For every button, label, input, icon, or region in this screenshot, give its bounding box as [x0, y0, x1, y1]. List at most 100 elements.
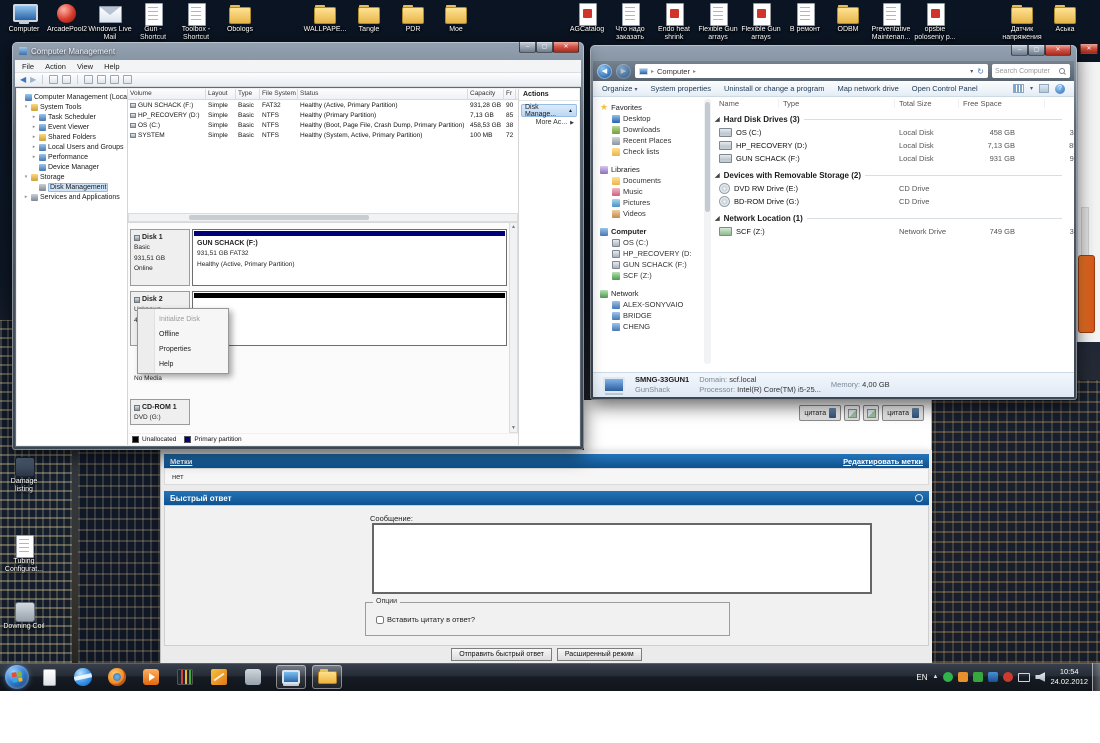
show-hide-icon[interactable]	[62, 75, 71, 84]
maximize-button[interactable]: ▢	[1028, 45, 1045, 56]
desktop-icon-downing-coil[interactable]: Downing Coil	[2, 600, 46, 631]
address-dropdown-icon[interactable]: ▾	[970, 68, 973, 75]
insert-quote-checkbox[interactable]	[376, 616, 384, 624]
menu-view[interactable]: View	[77, 62, 93, 71]
organize-button[interactable]: Organize ▾	[602, 84, 638, 93]
column-status[interactable]: Status	[298, 89, 468, 99]
nav-item-videos[interactable]: Videos	[600, 208, 711, 219]
tray-network-icon[interactable]	[973, 672, 983, 682]
expand-icon[interactable]: ▸	[31, 154, 37, 160]
address-bar[interactable]: ▸ Computer ▸ ▾ ↻	[635, 64, 988, 78]
cm-titlebar[interactable]: Computer Management	[12, 42, 584, 60]
desktop-icon-wallpape[interactable]: WALLPAPE...	[303, 3, 347, 34]
quick-reply-textarea[interactable]	[372, 523, 872, 594]
change-view-icon[interactable]	[1013, 84, 1024, 93]
quickreply-button[interactable]	[863, 405, 879, 421]
scroll-down-icon[interactable]: ▼	[511, 425, 516, 431]
export-list-icon[interactable]	[97, 75, 106, 84]
desktop-icon-chto-nado[interactable]: Что надо заказать	[608, 3, 652, 43]
tree-item-disk-management[interactable]: Disk Management	[17, 182, 127, 192]
advanced-mode-button[interactable]: Расширенный режим	[557, 648, 642, 661]
taskbar-utility-button[interactable]	[204, 665, 234, 689]
close-button[interactable]: ✕	[1045, 45, 1071, 56]
disk1-label[interactable]: Disk 1 Basic 931,51 GB Online	[130, 229, 190, 286]
edit-tags-link[interactable]: Редактировать метки	[843, 457, 923, 466]
tray-update-icon[interactable]	[943, 672, 953, 682]
volume-row-system[interactable]: SYSTEM Simple Basic NTFS Healthy (System…	[128, 130, 518, 140]
taskbar-notepad-button[interactable]	[34, 665, 64, 689]
desktop-icon-preventative[interactable]: Preventative Maintenan...	[869, 3, 913, 43]
taskbar-ie-button[interactable]	[68, 665, 98, 689]
disk1-partition[interactable]: GUN SCHACK (F:) 931,51 GB FAT32 Healthy …	[192, 229, 507, 286]
nav-item-documents[interactable]: Documents	[600, 175, 711, 186]
context-properties[interactable]: Properties	[138, 342, 228, 357]
desktop-icon-datchik[interactable]: Датчик напряжения	[1000, 3, 1044, 43]
menu-file[interactable]: File	[22, 62, 34, 71]
expand-icon[interactable]: ▸	[31, 134, 37, 140]
tree-item-task-scheduler[interactable]: ▸Task Scheduler	[17, 112, 127, 122]
quote-button[interactable]: цитата	[799, 405, 841, 421]
desktop-icon-damage-listing[interactable]: Damage listing	[2, 455, 46, 495]
tray-display-icon[interactable]	[1018, 673, 1030, 682]
nav-item-alex-sonyvaio[interactable]: ALEX-SONYVAIO	[600, 299, 711, 310]
maximize-button[interactable]: ▢	[536, 42, 553, 53]
disk-view-scrollbar[interactable]: ▲▼	[509, 222, 518, 433]
expand-icon[interactable]: ▸	[31, 144, 37, 150]
volume-icon[interactable]	[1035, 672, 1045, 682]
collapse-icon[interactable]: ▾	[23, 104, 29, 110]
help-icon[interactable]	[110, 75, 119, 84]
desktop-icon-gun-shortcut[interactable]: Gun - Shortcut	[131, 3, 175, 43]
console-tree-icon[interactable]	[49, 75, 58, 84]
minimize-button[interactable]: –	[519, 42, 536, 53]
breadcrumb[interactable]: Computer	[657, 67, 690, 76]
forward-icon[interactable]: ▶	[30, 76, 36, 84]
expand-icon[interactable]: ▸	[31, 114, 37, 120]
volume-row-hp-recovery[interactable]: HP_RECOVERY (D:) Simple Basic NTFS Healt…	[128, 110, 518, 120]
nav-item-pictures[interactable]: Pictures	[600, 197, 711, 208]
search-box[interactable]	[992, 64, 1070, 78]
column-capacity[interactable]: Capacity	[468, 89, 504, 99]
taskbar-computer-management-button[interactable]	[276, 665, 306, 689]
group-header-network-location[interactable]: ◢Network Location (1)	[715, 211, 1072, 225]
back-icon[interactable]: ◀	[20, 76, 26, 84]
insert-quote-option[interactable]: Вставить цитату в ответ?	[376, 615, 475, 624]
group-header-removable[interactable]: ◢Devices with Removable Storage (2)	[715, 168, 1072, 182]
desktop-icon-flexible-gun-doc[interactable]: Flexible Gun arrays	[696, 3, 740, 43]
tree-item-system-tools[interactable]: ▾System Tools	[17, 102, 127, 112]
map-network-drive-button[interactable]: Map network drive	[837, 84, 898, 93]
tray-app-icon[interactable]	[958, 672, 968, 682]
column-volume[interactable]: Volume	[128, 89, 206, 99]
column-free-space[interactable]: Free Space	[959, 99, 1045, 108]
start-button[interactable]	[5, 665, 29, 689]
nav-group-favorites[interactable]: ★Favorites	[600, 102, 711, 113]
horizontal-scrollbar[interactable]	[128, 213, 518, 222]
desktop-icon-obologs[interactable]: Obologs	[218, 3, 262, 34]
desktop-icon-computer[interactable]: Computer	[2, 3, 46, 34]
nav-group-libraries[interactable]: Libraries	[600, 164, 711, 175]
show-desktop-button[interactable]	[1092, 663, 1100, 691]
forum-close-button[interactable]: ✕	[1080, 44, 1098, 54]
nav-item-check-lists[interactable]: Check lists	[600, 146, 711, 157]
show-hidden-icons[interactable]: ▲	[933, 674, 939, 680]
properties-icon[interactable]	[84, 75, 93, 84]
help-icon[interactable]: ?	[1055, 84, 1065, 94]
close-button[interactable]: ✕	[553, 42, 579, 53]
column-type[interactable]: Type	[779, 99, 895, 108]
desktop-icon-opsbie[interactable]: opsbie poloseniy p...	[913, 3, 957, 43]
taskbar-firefox-button[interactable]	[102, 665, 132, 689]
uninstall-program-button[interactable]: Uninstall or change a program	[724, 84, 824, 93]
desktop-icon-tubing-configurat[interactable]: Tubing Configurat...	[2, 535, 46, 575]
drive-row-scf-z[interactable]: SCF (Z:) Network Drive 749 GB 325 GB	[715, 225, 1072, 238]
column-type[interactable]: Type	[236, 89, 260, 99]
desktop-icon-odbm[interactable]: ODBM	[826, 3, 870, 34]
actions-more[interactable]: More Ac...▶	[521, 119, 577, 126]
actions-disk-management[interactable]: Disk Manage...▲	[521, 104, 577, 117]
cdrom-label[interactable]: CD-ROM 1 DVD (G:)	[130, 399, 190, 425]
desktop-icon-moe[interactable]: Moe	[434, 3, 478, 34]
multiquote-button[interactable]	[844, 405, 860, 421]
nav-item-gun-schack[interactable]: GUN SCHACK (F:)	[600, 259, 711, 270]
scrollbar-thumb[interactable]	[705, 102, 710, 212]
disk2-unallocated[interactable]	[192, 291, 507, 346]
column-total-size[interactable]: Total Size	[895, 99, 959, 108]
desktop-icon-agcatalog[interactable]: AGCatalog	[565, 3, 609, 34]
